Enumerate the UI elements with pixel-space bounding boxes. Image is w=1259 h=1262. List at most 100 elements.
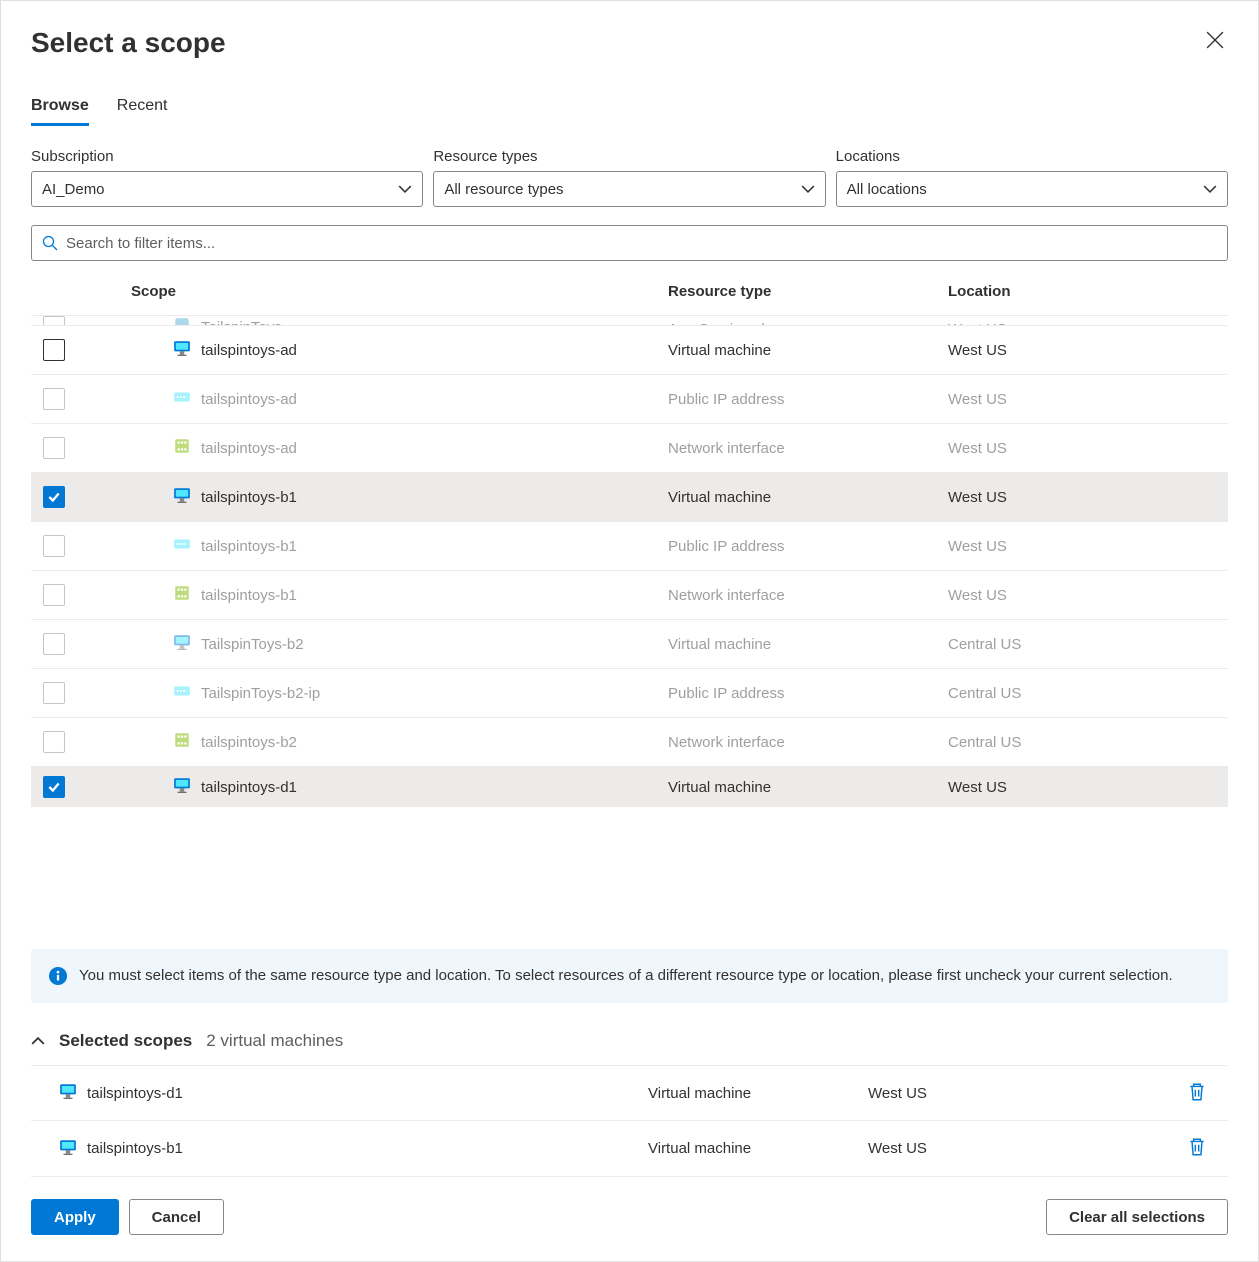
table-row: TailspinToysApp Service planWest US — [31, 316, 1228, 326]
resource-name: TailspinToys-b2-ip — [201, 685, 320, 702]
resource-location: Central US — [948, 636, 1228, 653]
nic-icon — [173, 731, 191, 753]
table-head: Scope Resource type Location — [31, 267, 1228, 316]
dialog-title: Select a scope — [31, 27, 226, 59]
table-row[interactable]: tailspintoys-ad Virtual machineWest US — [31, 326, 1228, 375]
table-row: tailspintoys-b2Network interfaceCentral … — [31, 718, 1228, 767]
selected-list: tailspintoys-d1Virtual machineWest UStai… — [31, 1065, 1228, 1177]
selected-title: Selected scopes — [59, 1031, 192, 1051]
table-row: tailspintoys-adPublic IP addressWest US — [31, 375, 1228, 424]
clear-selections-button[interactable]: Clear all selections — [1046, 1199, 1228, 1235]
nic-icon — [173, 584, 191, 606]
scope-cell: tailspintoys-d1 — [131, 776, 668, 798]
locations-filter: Locations All locations — [836, 148, 1228, 207]
row-checkbox — [43, 633, 65, 655]
chevron-up-icon — [31, 1034, 45, 1048]
resource-location: West US — [948, 779, 1228, 796]
scope-cell: tailspintoys-b2 — [131, 731, 668, 753]
delete-button[interactable] — [1188, 1082, 1228, 1105]
table-body[interactable]: TailspinToysApp Service planWest UStails… — [31, 316, 1228, 929]
locations-label: Locations — [836, 148, 1228, 165]
resource-name: TailspinToys-b2 — [201, 636, 304, 653]
row-checkbox — [43, 437, 65, 459]
scope-cell: TailspinToys-b2-ip — [131, 682, 668, 704]
close-button[interactable] — [1202, 27, 1228, 56]
table-row: tailspintoys-b1Public IP addressWest US — [31, 522, 1228, 571]
selected-type: Virtual machine — [648, 1140, 868, 1157]
subscription-label: Subscription — [31, 148, 423, 165]
resource-type: Public IP address — [668, 391, 948, 408]
filters-row: Subscription AI_Demo Resource types All … — [31, 148, 1228, 207]
app-icon — [173, 316, 191, 326]
resource-location: Central US — [948, 685, 1228, 702]
resourcetypes-dropdown[interactable]: All resource types — [433, 171, 825, 207]
vm-icon — [173, 339, 191, 361]
row-checkbox[interactable] — [43, 486, 65, 508]
resource-type: Virtual machine — [668, 342, 948, 359]
search-box[interactable] — [31, 225, 1228, 261]
scope-cell: tailspintoys-b1 — [131, 535, 668, 557]
table-row[interactable]: tailspintoys-b1Virtual machineWest US — [31, 473, 1228, 522]
subscription-dropdown[interactable]: AI_Demo — [31, 171, 423, 207]
subscription-filter: Subscription AI_Demo — [31, 148, 423, 207]
vm-icon — [59, 1082, 77, 1104]
apply-button[interactable]: Apply — [31, 1199, 119, 1235]
resource-name: tailspintoys-b1 — [201, 587, 297, 604]
delete-button[interactable] — [1188, 1137, 1228, 1160]
chevron-down-icon — [398, 182, 412, 196]
search-input[interactable] — [66, 235, 1217, 252]
scope-header: Scope — [131, 283, 668, 300]
resource-type: Virtual machine — [668, 489, 948, 506]
selected-name: tailspintoys-b1 — [31, 1138, 648, 1160]
table-row: tailspintoys-adNetwork interfaceWest US — [31, 424, 1228, 473]
resourcetypes-label: Resource types — [433, 148, 825, 165]
resource-location: West US — [948, 342, 1228, 359]
location-header: Location — [948, 283, 1228, 300]
resource-name: tailspintoys-ad — [201, 342, 297, 359]
ip-icon — [173, 388, 191, 410]
tab-browse[interactable]: Browse — [31, 97, 89, 126]
row-checkbox — [43, 388, 65, 410]
resource-location: West US — [948, 587, 1228, 604]
locations-dropdown[interactable]: All locations — [836, 171, 1228, 207]
resource-type: Network interface — [668, 440, 948, 457]
tabs: Browse Recent — [31, 97, 1228, 126]
scope-cell: tailspintoys-ad — [131, 339, 668, 361]
ip-icon — [173, 682, 191, 704]
info-icon — [49, 967, 67, 985]
row-checkbox[interactable] — [43, 339, 65, 361]
resource-type: Public IP address — [668, 685, 948, 702]
resourcetypes-filter: Resource types All resource types — [433, 148, 825, 207]
resource-location: West US — [948, 538, 1228, 555]
resource-name: tailspintoys-ad — [201, 391, 297, 408]
scope-cell: tailspintoys-ad — [131, 437, 668, 459]
resource-type: Public IP address — [668, 538, 948, 555]
search-icon — [42, 235, 58, 251]
vm-icon — [173, 633, 191, 655]
cancel-button[interactable]: Cancel — [129, 1199, 224, 1235]
resource-name: tailspintoys-ad — [201, 440, 297, 457]
resource-type: Virtual machine — [668, 636, 948, 653]
nic-icon — [173, 437, 191, 459]
tab-recent[interactable]: Recent — [117, 97, 168, 126]
row-checkbox — [43, 731, 65, 753]
resource-type: Network interface — [668, 587, 948, 604]
vm-icon — [59, 1138, 77, 1160]
row-checkbox — [43, 682, 65, 704]
row-checkbox — [43, 316, 65, 326]
table-row: TailspinToys-b2 Virtual machineCentral US — [31, 620, 1228, 669]
vm-icon — [173, 776, 191, 798]
table-row: tailspintoys-b1 Network interfaceWest US — [31, 571, 1228, 620]
resource-location: Central US — [948, 734, 1228, 751]
scope-cell: tailspintoys-ad — [131, 388, 668, 410]
row-checkbox[interactable] — [43, 776, 65, 798]
row-checkbox — [43, 584, 65, 606]
info-banner: You must select items of the same resour… — [31, 949, 1228, 1004]
selected-header[interactable]: Selected scopes 2 virtual machines — [31, 1031, 1228, 1051]
ip-icon — [173, 535, 191, 557]
table-row: TailspinToys-b2-ip Public IP addressCentr… — [31, 669, 1228, 718]
footer: Apply Cancel Clear all selections — [31, 1199, 1228, 1235]
selected-name: tailspintoys-d1 — [31, 1082, 648, 1104]
table-row[interactable]: tailspintoys-d1Virtual machineWest US — [31, 767, 1228, 807]
trash-icon — [1188, 1082, 1206, 1102]
